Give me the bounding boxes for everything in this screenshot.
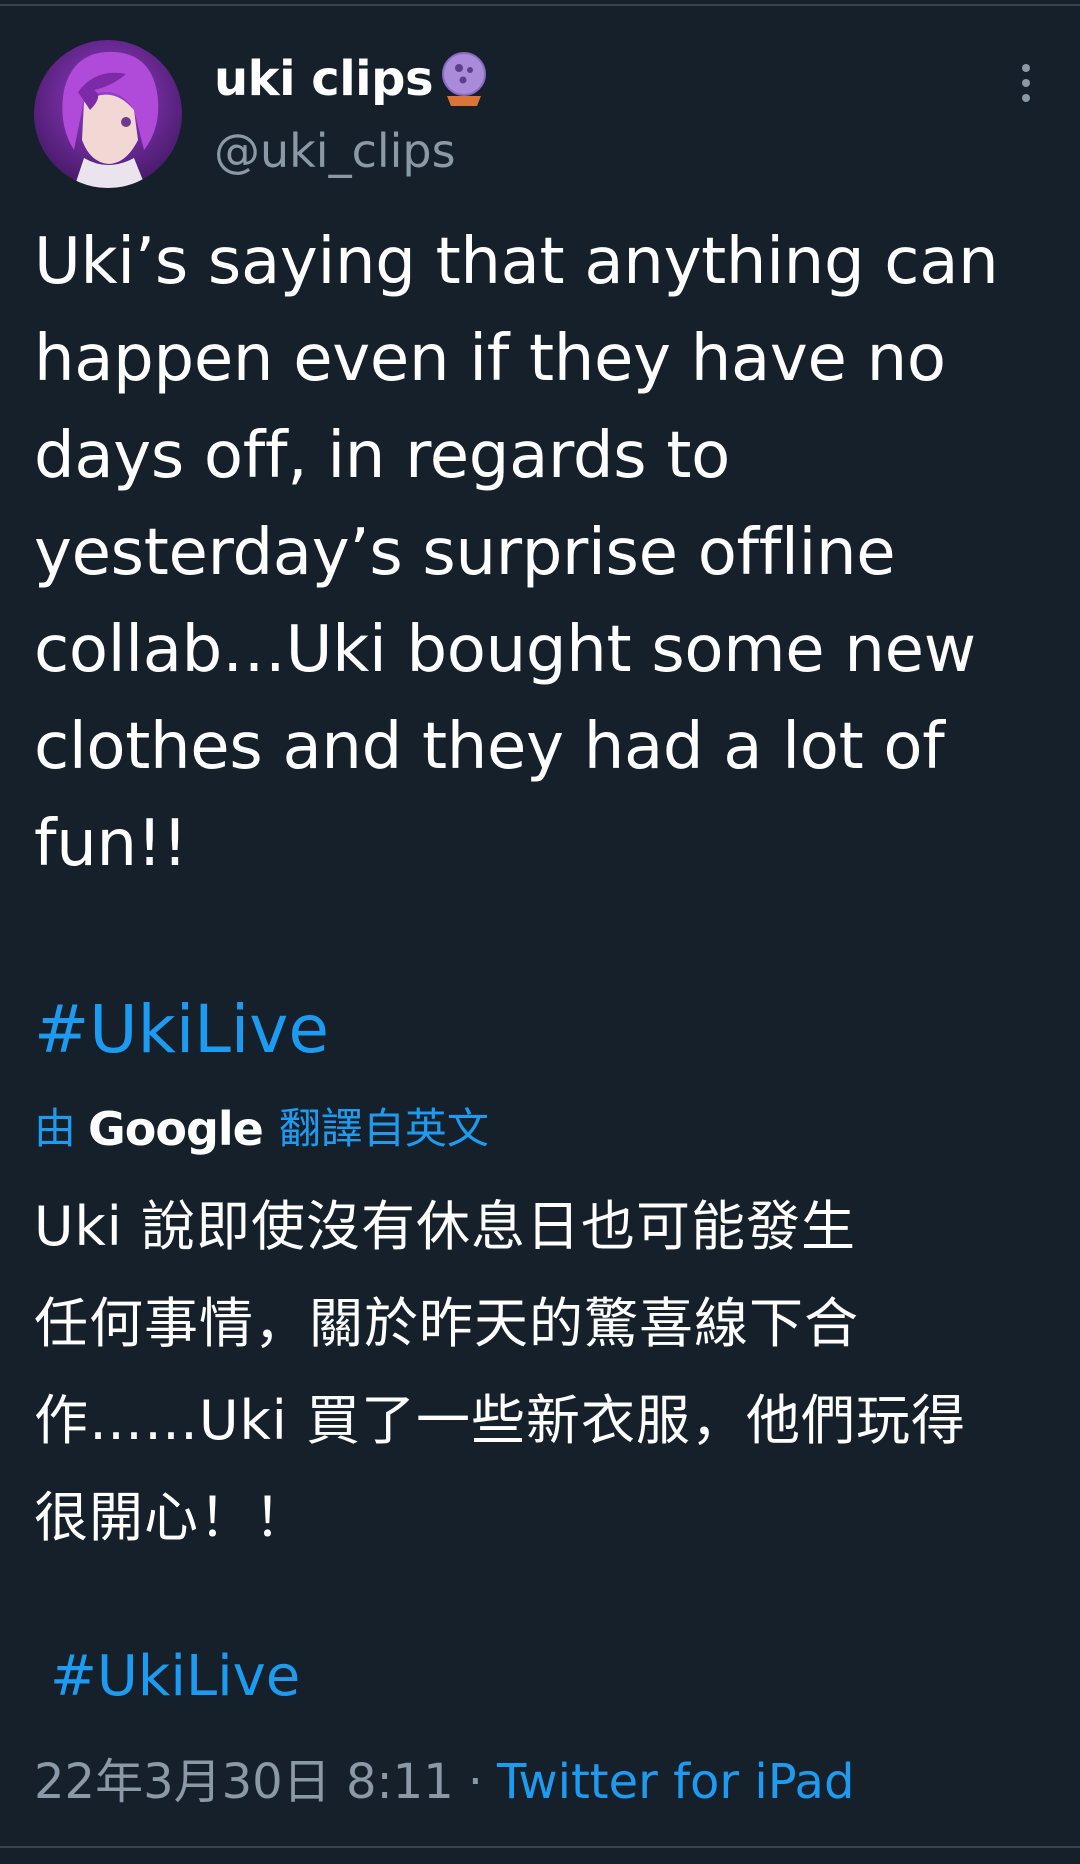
name-row: uki clips [214,50,491,108]
google-logo: Google [88,1102,264,1156]
crystal-ball-icon [437,50,491,108]
hashtag-link[interactable]: #UkiLive [34,990,329,1070]
top-divider [0,4,1080,6]
meta-separator: · [467,1754,484,1810]
translated-hashtag-link[interactable]: #UkiLive [50,1642,300,1712]
translated-from-link[interactable]: 翻譯自英文 [279,1104,489,1154]
tweet-text: Uki’s saying that anything can happen ev… [34,225,999,881]
translated-text: Uki 說即使沒有休息日也可能發生 任何事情，關於昨天的驚喜線下合 作……Uki… [34,1195,966,1549]
user-handle[interactable]: @uki_clips [214,124,456,178]
translated-by-label: 由 [34,1104,77,1153]
more-options-icon[interactable] [1010,60,1042,106]
bottom-divider [0,1846,1080,1848]
source-link[interactable]: Twitter for iPad [497,1752,854,1812]
tweet-meta: 22年3月30日 8:11 · Twitter for iPad [34,1752,854,1812]
timestamp[interactable]: 22年3月30日 8:11 [34,1752,454,1812]
display-name[interactable]: uki clips [214,51,434,107]
translation-attribution: 由 Google 翻譯自英文 [34,1104,489,1154]
avatar[interactable] [34,40,182,188]
